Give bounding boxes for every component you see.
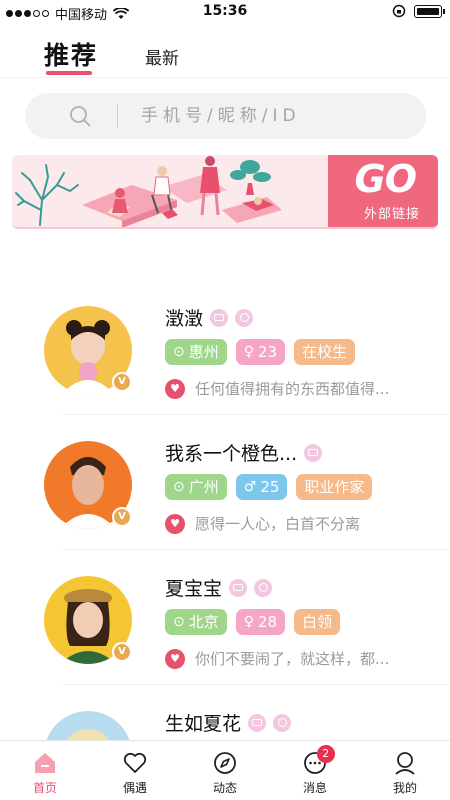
- location-pin-icon: ⊙: [173, 479, 185, 495]
- user-card[interactable]: V 我系一个橙色... ⊙ 广州 ♂ 25 职业作家 ♥ 愿得一人心，白首不分离: [0, 415, 450, 550]
- tab-active-indicator: [46, 71, 92, 75]
- user-quote-row: ♥ 愿得一人心，白首不分离: [165, 513, 360, 534]
- male-icon: ♂: [243, 479, 257, 495]
- female-icon: ♀: [243, 614, 255, 630]
- nav-moments[interactable]: 动态: [180, 741, 270, 800]
- user-name-row: 生如夏花: [165, 709, 292, 736]
- user-quote: 你们不要闹了，就这样，都...: [195, 650, 390, 668]
- user-name: 夏宝宝: [165, 578, 223, 600]
- verified-badge: V: [112, 507, 132, 527]
- clock: 15:36: [202, 3, 248, 19]
- nav-label: 动态: [212, 781, 237, 795]
- tab-latest[interactable]: 最新: [145, 44, 179, 69]
- search-icon: [70, 106, 91, 127]
- user-quote: 愿得一人心，白首不分离: [195, 515, 361, 533]
- heart-icon: ♥: [165, 648, 185, 669]
- location-pin-icon: ⊙: [173, 614, 185, 630]
- tab-recommend[interactable]: 推荐: [44, 36, 98, 72]
- nav-profile[interactable]: 我的: [360, 741, 450, 800]
- verified-badge: V: [112, 642, 132, 662]
- education-icon: [235, 308, 254, 327]
- age-tag: ♂ 25: [235, 474, 288, 500]
- search-bar[interactable]: [25, 93, 426, 139]
- user-name: 我系一个橙色...: [165, 443, 298, 465]
- location-tag: ⊙ 广州: [165, 474, 227, 500]
- nav-home[interactable]: 首页: [0, 741, 90, 800]
- age-tag: ♀ 23: [235, 339, 286, 365]
- nav-label: 偶遇: [122, 781, 147, 795]
- home-icon: [35, 753, 55, 773]
- user-tags: ⊙ 广州 ♂ 25 职业作家: [165, 474, 373, 500]
- occupation-tag: 职业作家: [296, 474, 373, 500]
- profile-icon: [395, 752, 415, 775]
- compass-icon: [214, 752, 236, 774]
- occupation-tag: 白领: [294, 609, 341, 635]
- bottom-nav: 首页 偶遇 动态 2 消息 我的: [0, 740, 450, 800]
- user-tags: ⊙ 北京 ♀ 28 白领: [165, 609, 341, 635]
- occupation-tag: 在校生: [294, 339, 356, 365]
- unread-badge: 2: [316, 745, 335, 763]
- female-icon: ♀: [243, 344, 255, 360]
- id-card-icon: [229, 578, 248, 597]
- user-name: 生如夏花: [165, 713, 242, 735]
- status-bar: 中国移动 15:36: [0, 0, 450, 24]
- id-card-icon: [210, 308, 229, 327]
- education-icon: [273, 713, 292, 732]
- nav-label: 消息: [302, 781, 327, 795]
- user-card[interactable]: V 澂澂 ⊙ 惠州 ♀ 23 在校生 ♥ 任何值得拥有的东西都值得...: [0, 280, 450, 415]
- verified-badge: V: [112, 372, 132, 392]
- banner-go-panel[interactable]: GO 外部链接: [328, 155, 438, 227]
- id-card-icon: [304, 443, 323, 462]
- banner-go-text: GO: [354, 157, 417, 201]
- user-quote-row: ♥ 你们不要闹了，就这样，都...: [165, 648, 389, 669]
- rotation-lock-icon: [392, 4, 406, 18]
- status-right: [392, 4, 445, 18]
- user-name: 澂澂: [165, 308, 204, 330]
- user-name-row: 我系一个橙色...: [165, 439, 323, 466]
- user-list: V 澂澂 ⊙ 惠州 ♀ 23 在校生 ♥ 任何值得拥有的东西都值得... V 我系一…: [0, 280, 450, 800]
- user-quote: 任何值得拥有的东西都值得...: [195, 380, 390, 398]
- nav-label: 我的: [392, 781, 417, 795]
- nav-encounter[interactable]: 偶遇: [90, 741, 180, 800]
- location-pin-icon: ⊙: [173, 344, 185, 360]
- location-tag: ⊙ 惠州: [165, 339, 227, 365]
- heart-icon: ♥: [165, 513, 185, 534]
- promo-banner[interactable]: GO 外部链接: [12, 155, 438, 229]
- id-card-icon: [248, 713, 267, 732]
- heart-icon: ♥: [165, 378, 185, 399]
- user-card[interactable]: V 夏宝宝 ⊙ 北京 ♀ 28 白领 ♥ 你们不要闹了，就这样，都...: [0, 550, 450, 685]
- battery-icon: [414, 4, 445, 18]
- user-tags: ⊙ 惠州 ♀ 23 在校生: [165, 339, 356, 365]
- nav-label: 首页: [32, 781, 57, 795]
- user-quote-row: ♥ 任何值得拥有的东西都值得...: [165, 378, 389, 399]
- banner-link-text: 外部链接: [363, 207, 420, 222]
- top-tabs: 推荐 最新: [0, 30, 450, 78]
- search-input[interactable]: [141, 101, 401, 131]
- banner-illustration: [15, 156, 282, 227]
- age-tag: ♀ 28: [235, 609, 286, 635]
- user-name-row: 澂澂: [165, 304, 254, 331]
- heart-icon: [123, 752, 147, 773]
- education-icon: [254, 578, 273, 597]
- search-divider: [117, 104, 118, 128]
- nav-messages[interactable]: 2 消息: [270, 741, 360, 800]
- user-name-row: 夏宝宝: [165, 574, 273, 601]
- location-tag: ⊙ 北京: [165, 609, 227, 635]
